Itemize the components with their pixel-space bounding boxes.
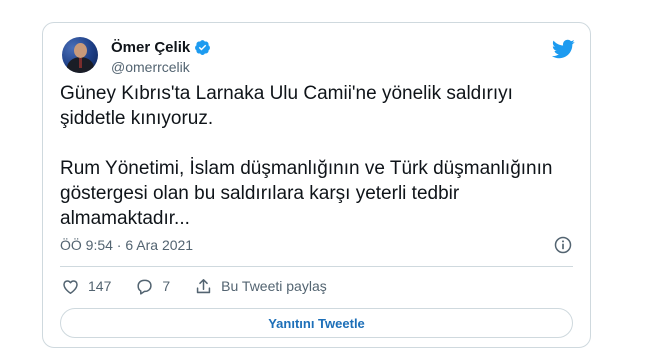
- tweet-text: Güney Kıbrıs'ta Larnaka Ulu Camii'ne yön…: [60, 83, 553, 229]
- author-name-row: Ömer Çelik: [111, 39, 211, 56]
- verified-badge-icon: [195, 40, 211, 55]
- twitter-bird-icon[interactable]: [551, 37, 575, 61]
- info-icon[interactable]: [553, 235, 573, 255]
- author-handle[interactable]: @omerrcelik: [111, 59, 190, 75]
- like-button[interactable]: 147: [61, 277, 111, 296]
- share-label: Bu Tweeti paylaş: [221, 278, 327, 294]
- avatar-tie: [79, 58, 82, 68]
- author-name[interactable]: Ömer Çelik: [111, 39, 190, 56]
- heart-icon: [63, 279, 78, 294]
- divider: [60, 266, 573, 267]
- share-icon: [196, 278, 211, 293]
- tweet-card[interactable]: Ömer Çelik @omerrcelik Güney Kıbrıs'ta L…: [42, 22, 591, 348]
- action-bar: 147 7 Bu Tweeti paylaş: [61, 276, 327, 296]
- avatar[interactable]: [62, 37, 98, 73]
- avatar-head: [74, 43, 87, 58]
- reply-count: 7: [162, 278, 171, 294]
- reply-tweet-button[interactable]: Yanıtını Tweetle: [60, 308, 573, 338]
- share-button[interactable]: Bu Tweeti paylaş: [194, 277, 327, 296]
- reply-button[interactable]: 7: [135, 277, 170, 296]
- tweet-timestamp[interactable]: ÖÖ 9:54 · 6 Ara 2021: [60, 237, 193, 253]
- like-count: 147: [88, 278, 112, 294]
- reply-bubble-icon: [137, 279, 153, 295]
